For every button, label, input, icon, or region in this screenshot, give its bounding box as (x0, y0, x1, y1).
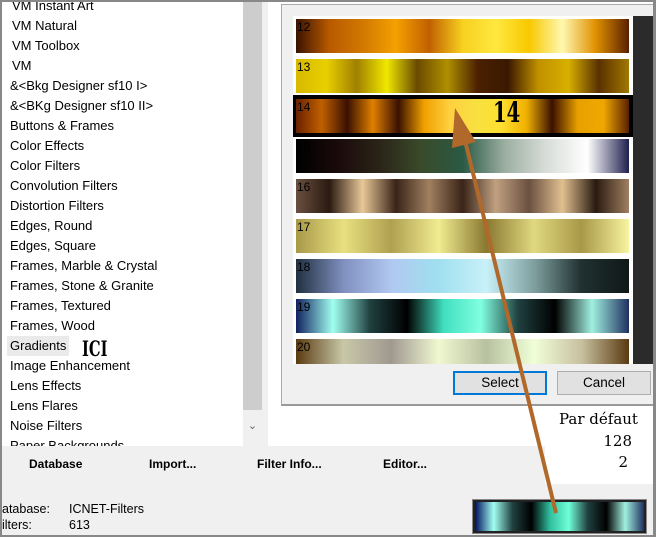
arrow-shaft (460, 127, 558, 514)
annotation-arrow (452, 108, 558, 514)
arrow-head (452, 108, 476, 148)
